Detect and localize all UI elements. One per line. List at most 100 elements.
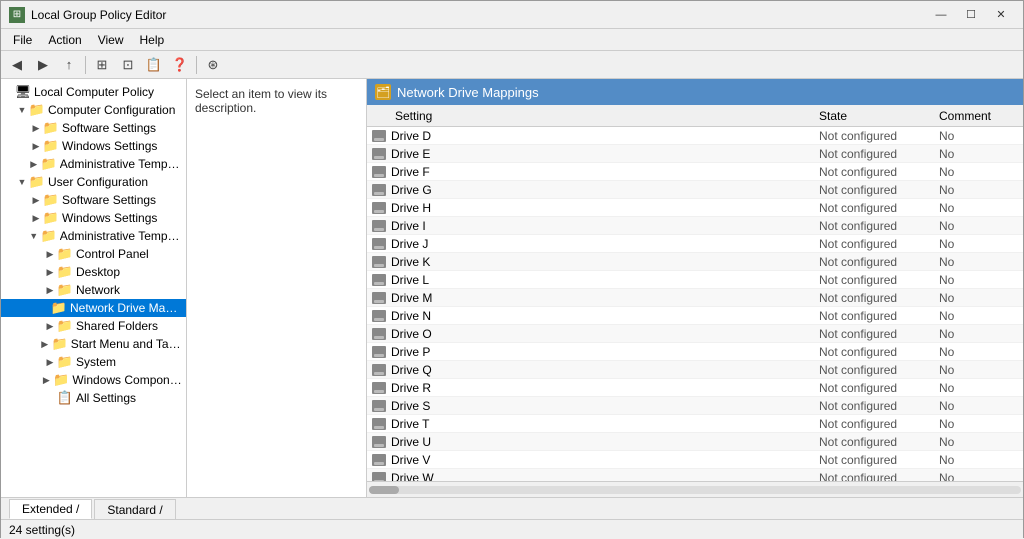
tree-toggle[interactable]: ▶ — [43, 285, 57, 296]
maximize-button[interactable]: ☐ — [957, 4, 985, 26]
table-row[interactable]: Drive JNot configuredNo — [367, 235, 1023, 253]
tree-toggle[interactable]: ▶ — [29, 213, 43, 224]
table-row[interactable]: Drive MNot configuredNo — [367, 289, 1023, 307]
tree-item-admin-templates-1[interactable]: ▶📁Administrative Templates — [1, 155, 186, 173]
table-row[interactable]: Drive WNot configuredNo — [367, 469, 1023, 481]
table-row[interactable]: Drive KNot configuredNo — [367, 253, 1023, 271]
col-setting-header: Setting — [391, 109, 819, 123]
tree-item-admin-templates-2[interactable]: ▼📁Administrative Templates — [1, 227, 186, 245]
table-row[interactable]: Drive SNot configuredNo — [367, 397, 1023, 415]
tree-folder-icon: 📁 — [57, 354, 73, 370]
row-state-11: Not configured — [819, 327, 939, 341]
drive-icon — [371, 453, 387, 467]
tree-item-local-computer-policy[interactable]: 🖥Local Computer Policy — [1, 83, 186, 101]
tree-label: Control Panel — [76, 247, 149, 261]
table-row[interactable]: Drive RNot configuredNo — [367, 379, 1023, 397]
tree-item-software-settings-2[interactable]: ▶📁Software Settings — [1, 191, 186, 209]
tree-folder-icon: 🖥 — [15, 84, 31, 100]
table-row[interactable]: Drive VNot configuredNo — [367, 451, 1023, 469]
tree-item-desktop[interactable]: ▶📁Desktop — [1, 263, 186, 281]
show-hide-button[interactable]: ⊞ — [90, 54, 114, 76]
menu-bar: File Action View Help — [1, 29, 1023, 51]
tree-label: Administrative Templates — [60, 157, 182, 171]
drive-icon — [371, 219, 387, 233]
tree-item-network-drive-mappings[interactable]: 📁Network Drive Mappings — [1, 299, 186, 317]
table-row[interactable]: Drive QNot configuredNo — [367, 361, 1023, 379]
status-bar: 24 setting(s) — [1, 519, 1023, 539]
table-row[interactable]: Drive NNot configuredNo — [367, 307, 1023, 325]
filter-button[interactable]: ⊛ — [201, 54, 225, 76]
tree-toggle[interactable]: ▶ — [43, 357, 57, 368]
close-button[interactable]: ✕ — [987, 4, 1015, 26]
tree-toggle[interactable]: ▼ — [15, 105, 29, 115]
table-row[interactable]: Drive HNot configuredNo — [367, 199, 1023, 217]
tree-item-all-settings[interactable]: 📋All Settings — [1, 389, 186, 407]
menu-file[interactable]: File — [5, 31, 40, 49]
tree-toggle[interactable]: ▶ — [43, 249, 57, 260]
row-state-18: Not configured — [819, 453, 939, 467]
menu-action[interactable]: Action — [40, 31, 89, 49]
table-body[interactable]: Drive DNot configuredNoDrive ENot config… — [367, 127, 1023, 481]
tree-folder-icon: 📁 — [43, 210, 59, 226]
tree-item-network[interactable]: ▶📁Network — [1, 281, 186, 299]
tree-toggle[interactable]: ▼ — [15, 177, 29, 187]
tree-item-shared-folders[interactable]: ▶📁Shared Folders — [1, 317, 186, 335]
tree-toggle[interactable]: ▶ — [38, 339, 52, 350]
tree-toggle[interactable]: ▼ — [27, 231, 41, 241]
tree-folder-icon: 📁 — [43, 192, 59, 208]
tree-item-computer-configuration[interactable]: ▼📁Computer Configuration — [1, 101, 186, 119]
table-row[interactable]: Drive FNot configuredNo — [367, 163, 1023, 181]
tree-item-software-settings-1[interactable]: ▶📁Software Settings — [1, 119, 186, 137]
minimize-button[interactable]: — — [927, 4, 955, 26]
row-state-9: Not configured — [819, 291, 939, 305]
forward-button[interactable]: ▶ — [31, 54, 55, 76]
content-header-icon: 🗂 — [375, 84, 391, 100]
menu-help[interactable]: Help — [132, 31, 173, 49]
help-button[interactable]: ❓ — [168, 54, 192, 76]
horizontal-scrollbar[interactable] — [367, 481, 1023, 497]
tree-item-control-panel[interactable]: ▶📁Control Panel — [1, 245, 186, 263]
tree-item-windows-components[interactable]: ▶📁Windows Components — [1, 371, 186, 389]
properties-button[interactable]: 📋 — [142, 54, 166, 76]
tree-toggle[interactable]: ▶ — [29, 195, 43, 206]
row-comment-6: No — [939, 237, 1019, 251]
row-state-2: Not configured — [819, 165, 939, 179]
tree-toggle[interactable]: ▶ — [43, 321, 57, 332]
tree-label: Software Settings — [62, 193, 156, 207]
table-row[interactable]: Drive ONot configuredNo — [367, 325, 1023, 343]
table-row[interactable]: Drive UNot configuredNo — [367, 433, 1023, 451]
table-row[interactable]: Drive ENot configuredNo — [367, 145, 1023, 163]
tree-folder-icon: 📁 — [57, 318, 73, 334]
table-row[interactable]: Drive INot configuredNo — [367, 217, 1023, 235]
table-row[interactable]: Drive TNot configuredNo — [367, 415, 1023, 433]
tree-panel[interactable]: 🖥Local Computer Policy▼📁Computer Configu… — [1, 79, 187, 497]
tree-item-windows-settings-1[interactable]: ▶📁Windows Settings — [1, 137, 186, 155]
tab-standard[interactable]: Standard / — [94, 499, 175, 519]
table-row[interactable]: Drive PNot configuredNo — [367, 343, 1023, 361]
menu-view[interactable]: View — [90, 31, 132, 49]
new-window-button[interactable]: ⊡ — [116, 54, 140, 76]
tree-toggle[interactable]: ▶ — [29, 141, 43, 152]
tree-item-windows-settings-2[interactable]: ▶📁Windows Settings — [1, 209, 186, 227]
drive-icon — [371, 417, 387, 431]
tree-item-system[interactable]: ▶📁System — [1, 353, 186, 371]
tab-extended[interactable]: Extended / — [9, 499, 92, 519]
row-setting-7: Drive K — [391, 255, 819, 269]
tree-folder-icon: 📁 — [57, 264, 73, 280]
up-button[interactable]: ↑ — [57, 54, 81, 76]
row-setting-3: Drive G — [391, 183, 819, 197]
tree-toggle[interactable]: ▶ — [29, 123, 43, 134]
table-row[interactable]: Drive DNot configuredNo — [367, 127, 1023, 145]
tree-toggle[interactable]: ▶ — [27, 159, 41, 170]
table-row[interactable]: Drive LNot configuredNo — [367, 271, 1023, 289]
tree-toggle[interactable]: ▶ — [43, 267, 57, 278]
tree-item-start-menu[interactable]: ▶📁Start Menu and Taskbar — [1, 335, 186, 353]
drive-icon-shape — [372, 310, 386, 322]
back-button[interactable]: ◀ — [5, 54, 29, 76]
row-comment-2: No — [939, 165, 1019, 179]
tree-item-user-configuration[interactable]: ▼📁User Configuration — [1, 173, 186, 191]
row-state-5: Not configured — [819, 219, 939, 233]
tree-toggle[interactable]: ▶ — [39, 375, 53, 386]
tree-label: Software Settings — [62, 121, 156, 135]
table-row[interactable]: Drive GNot configuredNo — [367, 181, 1023, 199]
